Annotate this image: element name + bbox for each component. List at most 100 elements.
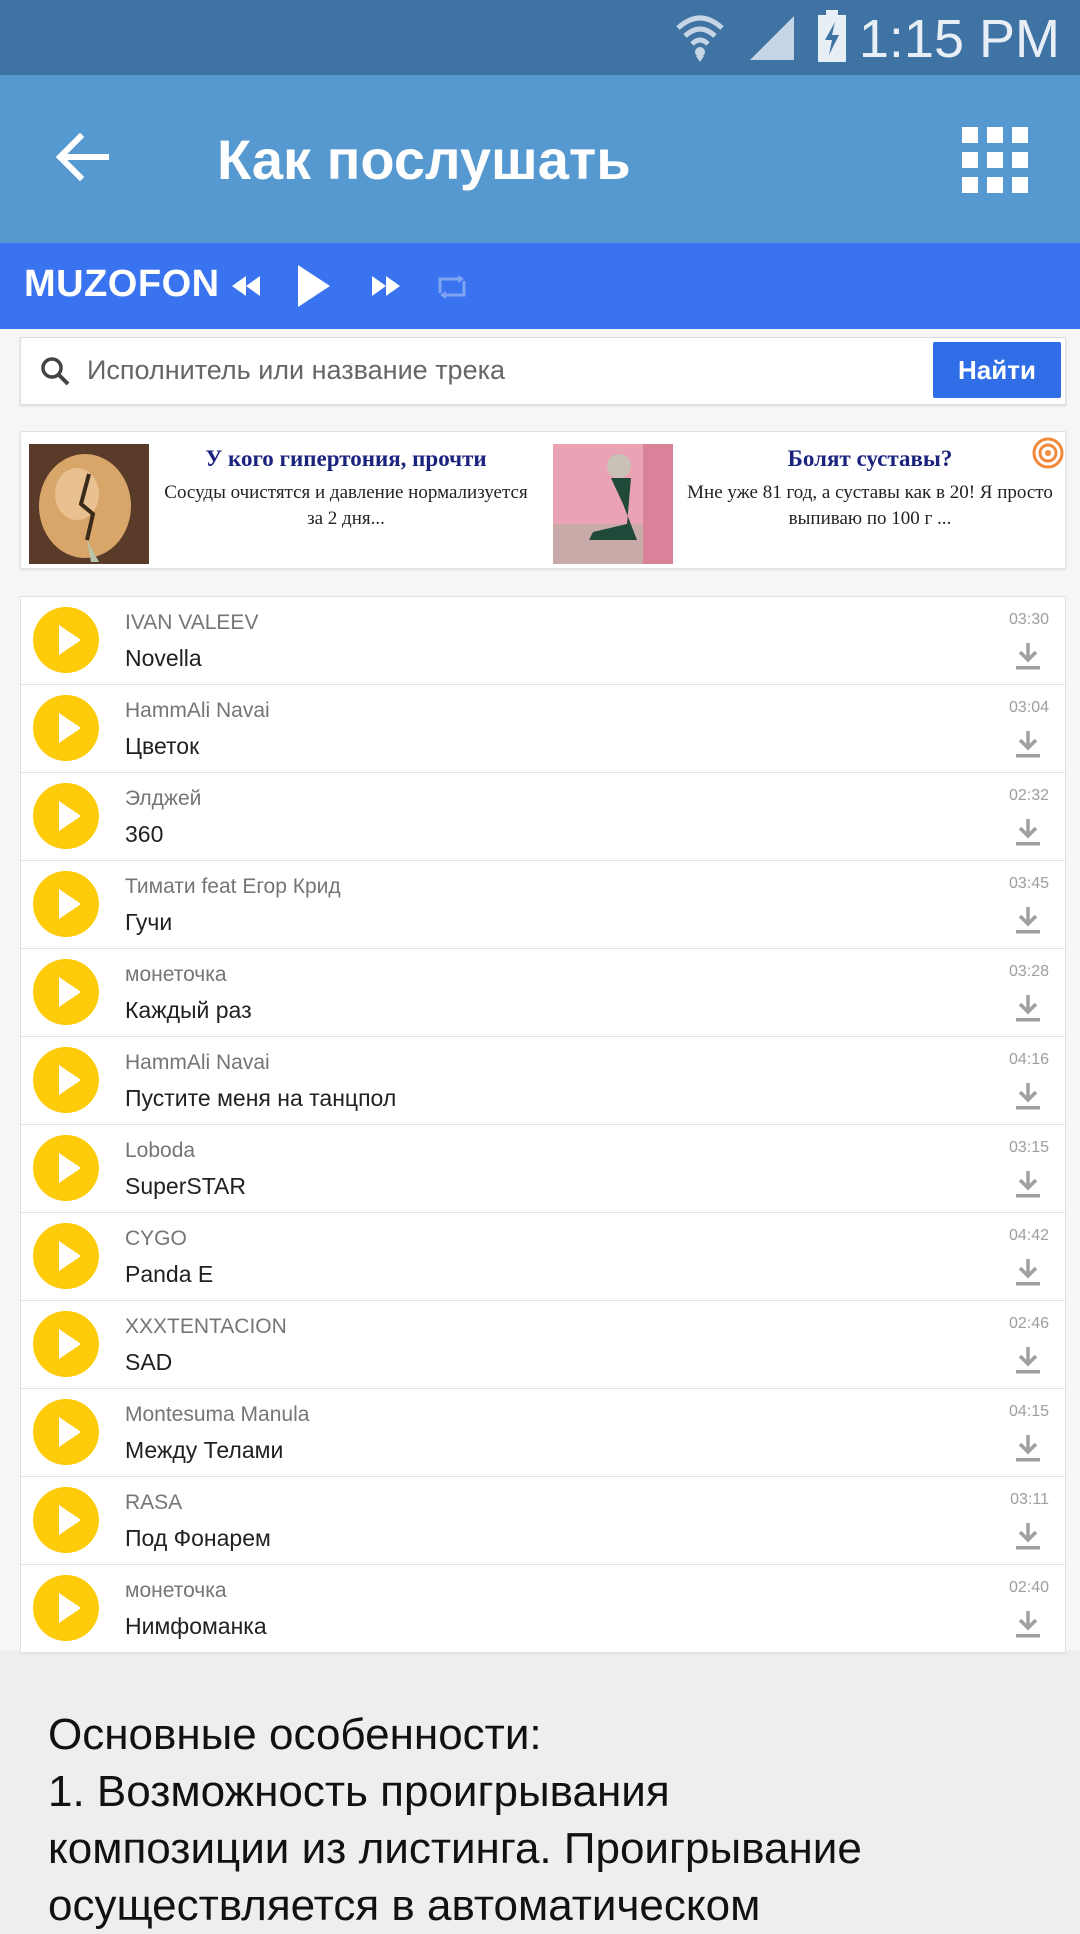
track-artist: Тимати feat Егор Крид [125,875,341,898]
play-button[interactable] [33,695,99,761]
track-artist: Loboda [125,1139,196,1162]
download-icon[interactable] [1013,729,1043,759]
apps-grid-icon[interactable] [962,127,1028,193]
play-icon [59,713,81,743]
play-button[interactable] [33,1399,99,1465]
track-row[interactable]: IVAN VALEEV Novella 03:30 [21,597,1065,685]
play-button[interactable] [33,1047,99,1113]
track-duration: 03:15 [1008,1139,1049,1156]
track-row[interactable]: Montesuma Manula Между Телами 04:15 [21,1389,1065,1477]
track-artist: HammAli Navai [125,1051,270,1074]
play-button[interactable] [33,959,99,1025]
track-row[interactable]: CYGO Panda E 04:42 [21,1213,1065,1301]
track-title: Гучи [125,909,173,935]
status-time: 1:15 PM [858,9,1060,69]
track-row[interactable]: XXXTENTACION SAD 02:46 [21,1301,1065,1389]
track-row[interactable]: монеточка Каждый раз 03:28 [21,949,1065,1037]
track-duration: 03:30 [1008,611,1049,628]
download-icon[interactable] [1013,817,1043,847]
play-icon [59,801,81,831]
track-duration: 02:46 [1008,1315,1049,1332]
track-row[interactable]: Тимати feat Егор Крид Гучи 03:45 [21,861,1065,949]
play-icon[interactable] [296,263,332,309]
track-title: Пустите меня на танцпол [125,1085,397,1111]
track-title: SuperSTAR [125,1173,247,1199]
track-row[interactable]: монеточка Нимфоманка 02:40 [21,1565,1065,1653]
track-title: Под Фонарем [125,1525,271,1551]
track-duration: 03:04 [1008,699,1049,716]
track-title: 360 [125,821,164,847]
ad-image [553,444,673,564]
brand-logo: MUZOFON [24,263,220,305]
search-button[interactable]: Найти [933,342,1061,398]
track-row[interactable]: Элджей 360 02:32 [21,773,1065,861]
ad-image [29,444,149,564]
download-icon[interactable] [1013,1257,1043,1287]
arrow-back-icon[interactable] [50,125,114,189]
track-duration: 04:16 [1008,1051,1049,1068]
track-artist: монеточка [125,1579,227,1602]
download-icon[interactable] [1013,641,1043,671]
play-icon [59,889,81,919]
track-title: Novella [125,645,202,671]
battery-charging-icon [818,10,846,62]
track-artist: CYGO [125,1227,187,1250]
play-icon [59,1065,81,1095]
repeat-icon[interactable] [436,273,468,301]
play-button[interactable] [33,1223,99,1289]
track-duration: 03:45 [1008,875,1049,892]
search-icon [41,357,70,386]
play-icon [59,625,81,655]
track-artist: IVAN VALEEV [125,611,259,634]
track-duration: 03:11 [1010,1491,1049,1508]
track-artist: монеточка [125,963,227,986]
play-icon [59,1593,81,1623]
download-icon[interactable] [1013,905,1043,935]
track-row[interactable]: HammAli Navai Пустите меня на танцпол 04:1… [21,1037,1065,1125]
track-row[interactable]: HammAli Navai Цветок 03:04 [21,685,1065,773]
ad-title: У кого гипертония, прочти [205,446,487,471]
download-icon[interactable] [1013,1521,1043,1551]
track-row[interactable]: Loboda SuperSTAR 03:15 [21,1125,1065,1213]
track-list: IVAN VALEEV Novella 03:30 HammAli Navai Цвет… [20,596,1066,1654]
description-line: композиции из листинга. Проигрывание [48,1824,862,1873]
play-button[interactable] [33,1135,99,1201]
search-input[interactable]: Исполнитель или название трека [87,355,505,386]
description-line: 1. Возможность проигрывания [48,1767,670,1816]
wifi-icon [676,15,724,62]
track-artist: Элджей [125,787,202,810]
ad-item[interactable]: Болят суставы? Мне уже 81 год, а суставы… [545,432,1065,568]
ad-text: Сосуды очистятся и давление нормализуетс… [164,482,528,529]
rewind-icon[interactable] [230,274,262,298]
download-icon[interactable] [1013,1081,1043,1111]
track-duration: 02:40 [1008,1579,1049,1596]
fast-forward-icon[interactable] [370,274,402,298]
description-heading: Основные особенности: [48,1710,542,1759]
track-row[interactable]: RASA Под Фонарем 03:11 [21,1477,1065,1565]
play-icon [59,1417,81,1447]
play-button[interactable] [33,783,99,849]
download-icon[interactable] [1013,1609,1043,1639]
ad-text: Мне уже 81 год, а суставы как в 20! Я пр… [687,482,1053,529]
download-icon[interactable] [1013,1345,1043,1375]
track-title: Panda E [125,1261,214,1287]
track-artist: XXXTENTACION [125,1315,287,1338]
track-title: Цветок [125,733,200,759]
ad-item[interactable]: У кого гипертония, прочти Сосуды очистят… [21,432,541,568]
ad-banner[interactable]: У кого гипертония, прочти Сосуды очистят… [20,431,1066,569]
play-icon [59,1153,81,1183]
play-button[interactable] [33,871,99,937]
play-button[interactable] [33,607,99,673]
track-duration: 03:28 [1008,963,1049,980]
play-button[interactable] [33,1311,99,1377]
play-button[interactable] [33,1575,99,1641]
download-icon[interactable] [1013,1433,1043,1463]
ad-choices-icon[interactable] [1031,436,1065,470]
status-bar: 1:15 PM [0,0,1080,75]
play-button[interactable] [33,1487,99,1553]
download-icon[interactable] [1013,993,1043,1023]
search-bar: Исполнитель или название трека Найти [20,337,1066,405]
description-line: осуществляется в автоматическом [48,1881,761,1930]
track-title: Между Телами [125,1437,284,1463]
download-icon[interactable] [1013,1169,1043,1199]
